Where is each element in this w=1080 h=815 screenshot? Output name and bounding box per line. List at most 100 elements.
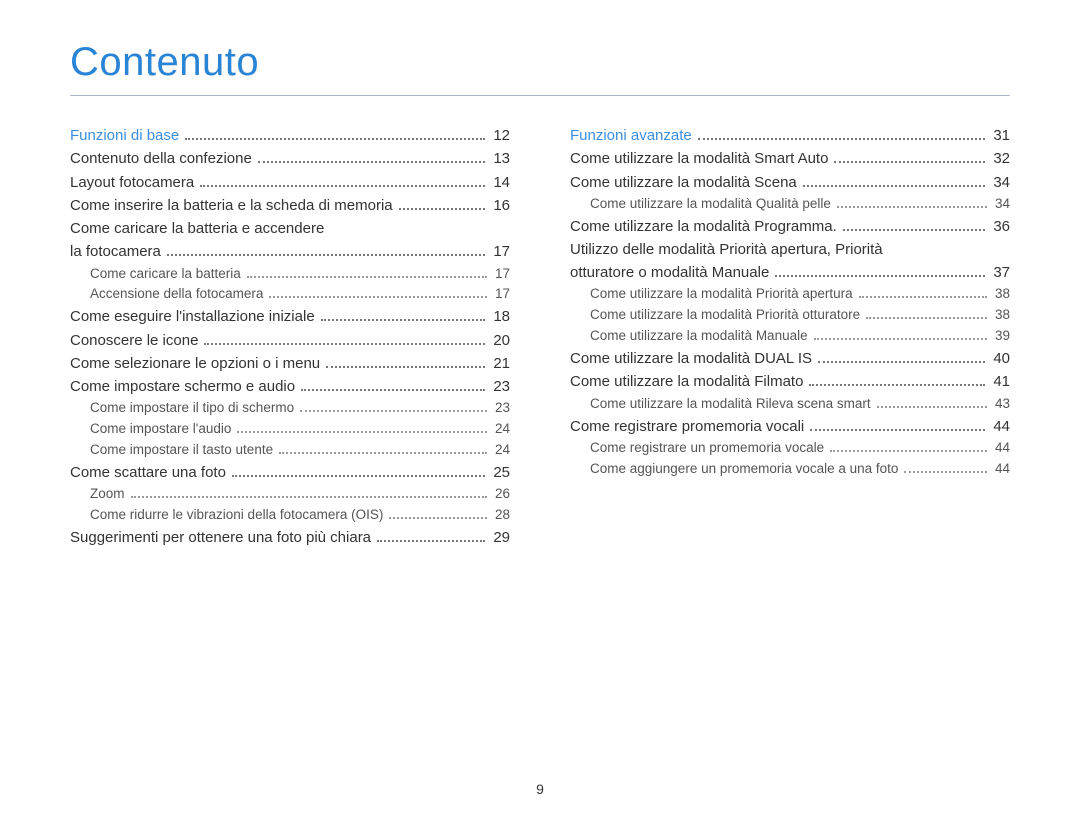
toc-leader-dots [859,288,987,298]
toc-leader-dots [237,423,487,433]
toc-entry[interactable]: Come utilizzare la modalità Qualità pell… [570,194,1010,215]
toc-entry[interactable]: Come utilizzare la modalità DUAL IS40 [570,347,1010,370]
toc-entry-label: Come eseguire l'installazione iniziale [70,305,315,328]
toc-entry-page: 16 [489,194,510,217]
toc-leader-dots [809,375,985,386]
toc-leader-dots [775,266,985,277]
toc-entry-page: 38 [991,305,1010,326]
toc-left-column: Funzioni di base12Contenuto della confez… [70,124,510,549]
toc-entry-page: 23 [491,398,510,419]
toc-entry-label: Come utilizzare la modalità Smart Auto [570,147,828,170]
toc-entry[interactable]: Come utilizzare la modalità Filmato 41 [570,370,1010,393]
toc-entry-label: Come utilizzare la modalità Priorità ape… [590,284,853,305]
toc-leader-dots [904,463,987,473]
toc-entry-page: 28 [491,505,510,526]
title-rule [70,95,1010,96]
toc-entry-page: 14 [489,171,510,194]
toc-entry[interactable]: Layout fotocamera 14 [70,171,510,194]
toc-leader-dots [321,310,486,321]
toc-entry-page: 17 [491,284,510,305]
toc-leader-dots [232,466,485,477]
toc-entry-page: 29 [489,526,510,549]
toc-leader-dots [818,352,985,363]
toc-entry[interactable]: Come impostare schermo e audio23 [70,375,510,398]
toc-entry-label: Funzioni avanzate [570,124,692,147]
toc-leader-dots [269,288,487,298]
toc-entry-page: 17 [491,264,510,285]
toc-entry[interactable]: la fotocamera17 [70,240,510,263]
toc-entry-continuation: Utilizzo delle modalità Priorità apertur… [570,238,1010,261]
toc-entry[interactable]: Come utilizzare la modalità Manuale39 [570,326,1010,347]
toc-entry-label: Come impostare il tasto utente [90,440,273,461]
toc-section-heading[interactable]: Funzioni avanzate 31 [570,124,1010,147]
toc-entry[interactable]: Come scattare una foto25 [70,461,510,484]
toc-entry[interactable]: Suggerimenti per ottenere una foto più c… [70,526,510,549]
toc-leader-dots [185,129,485,140]
toc-entry[interactable]: Contenuto della confezione13 [70,147,510,170]
toc-entry-page: 38 [991,284,1010,305]
toc-entry-label: Come registrare promemoria vocali [570,415,804,438]
toc-leader-dots [830,442,987,452]
toc-leader-dots [167,245,485,256]
toc-entry[interactable]: Come registrare un promemoria vocale44 [570,438,1010,459]
toc-leader-dots [843,220,986,231]
toc-leader-dots [200,176,485,187]
toc-entry[interactable]: Come aggiungere un promemoria vocale a u… [570,459,1010,480]
toc-entry-page: 41 [989,370,1010,393]
toc-entry[interactable]: Come impostare il tasto utente24 [70,440,510,461]
toc-entry[interactable]: Come utilizzare la modalità Rileva scena… [570,394,1010,415]
toc-entry[interactable]: Come selezionare le opzioni o i menu21 [70,352,510,375]
toc-entry[interactable]: Come utilizzare la modalità Scena34 [570,171,1010,194]
toc-leader-dots [877,398,987,408]
toc-entry-page: 36 [989,215,1010,238]
page-title: Contenuto [70,40,1010,85]
toc-entry-page: 25 [489,461,510,484]
toc-columns: Funzioni di base12Contenuto della confez… [70,124,1010,549]
toc-entry-label: Funzioni di base [70,124,179,147]
toc-entry[interactable]: Come impostare il tipo di schermo23 [70,398,510,419]
toc-leader-dots [326,357,485,368]
toc-leader-dots [814,330,987,340]
toc-entry-page: 26 [491,484,510,505]
toc-entry[interactable]: Come utilizzare la modalità Priorità ott… [570,305,1010,326]
toc-entry-label: Come utilizzare la modalità Priorità ott… [590,305,860,326]
toc-entry[interactable]: Come ridurre le vibrazioni della fotocam… [70,505,510,526]
toc-entry[interactable]: Zoom26 [70,484,510,505]
toc-leader-dots [389,509,487,519]
toc-entry[interactable]: Conoscere le icone20 [70,329,510,352]
toc-entry[interactable]: otturatore o modalità Manuale37 [570,261,1010,284]
toc-entry-page: 39 [991,326,1010,347]
toc-entry-label: Come selezionare le opzioni o i menu [70,352,320,375]
toc-entry-label: Come caricare la batteria e accendere [70,217,324,240]
toc-entry-label: Accensione della fotocamera [90,284,263,305]
toc-entry[interactable]: Come eseguire l'installazione iniziale18 [70,305,510,328]
toc-leader-dots [300,402,487,412]
toc-leader-dots [834,152,985,163]
toc-entry-label: Suggerimenti per ottenere una foto più c… [70,526,371,549]
toc-entry[interactable]: Come registrare promemoria vocali44 [570,415,1010,438]
toc-entry[interactable]: Come utilizzare la modalità Programma. 36 [570,215,1010,238]
toc-section-heading[interactable]: Funzioni di base12 [70,124,510,147]
toc-leader-dots [803,176,986,187]
toc-leader-dots [204,334,485,345]
toc-entry[interactable]: Come utilizzare la modalità Smart Auto 32 [570,147,1010,170]
toc-entry-label: Come inserire la batteria e la scheda di… [70,194,393,217]
toc-entry[interactable]: Come caricare la batteria17 [70,264,510,285]
toc-entry-label: Come utilizzare la modalità Rileva scena… [590,394,871,415]
toc-entry[interactable]: Come inserire la batteria e la scheda di… [70,194,510,217]
toc-entry-page: 24 [491,419,510,440]
toc-entry-page: 31 [989,124,1010,147]
toc-entry[interactable]: Come utilizzare la modalità Priorità ape… [570,284,1010,305]
toc-leader-dots [247,267,487,277]
toc-entry-label: Layout fotocamera [70,171,194,194]
toc-entry-label: Come utilizzare la modalità Programma. [570,215,837,238]
toc-entry[interactable]: Come impostare l'audio24 [70,419,510,440]
toc-entry-label: Come utilizzare la modalità Filmato [570,370,803,393]
toc-entry-page: 44 [991,459,1010,480]
toc-entry-page: 32 [989,147,1010,170]
toc-entry-page: 44 [991,438,1010,459]
toc-entry[interactable]: Accensione della fotocamera 17 [70,284,510,305]
page: Contenuto Funzioni di base12Contenuto de… [0,0,1080,815]
toc-entry-page: 43 [991,394,1010,415]
toc-entry-label: Come aggiungere un promemoria vocale a u… [590,459,898,480]
